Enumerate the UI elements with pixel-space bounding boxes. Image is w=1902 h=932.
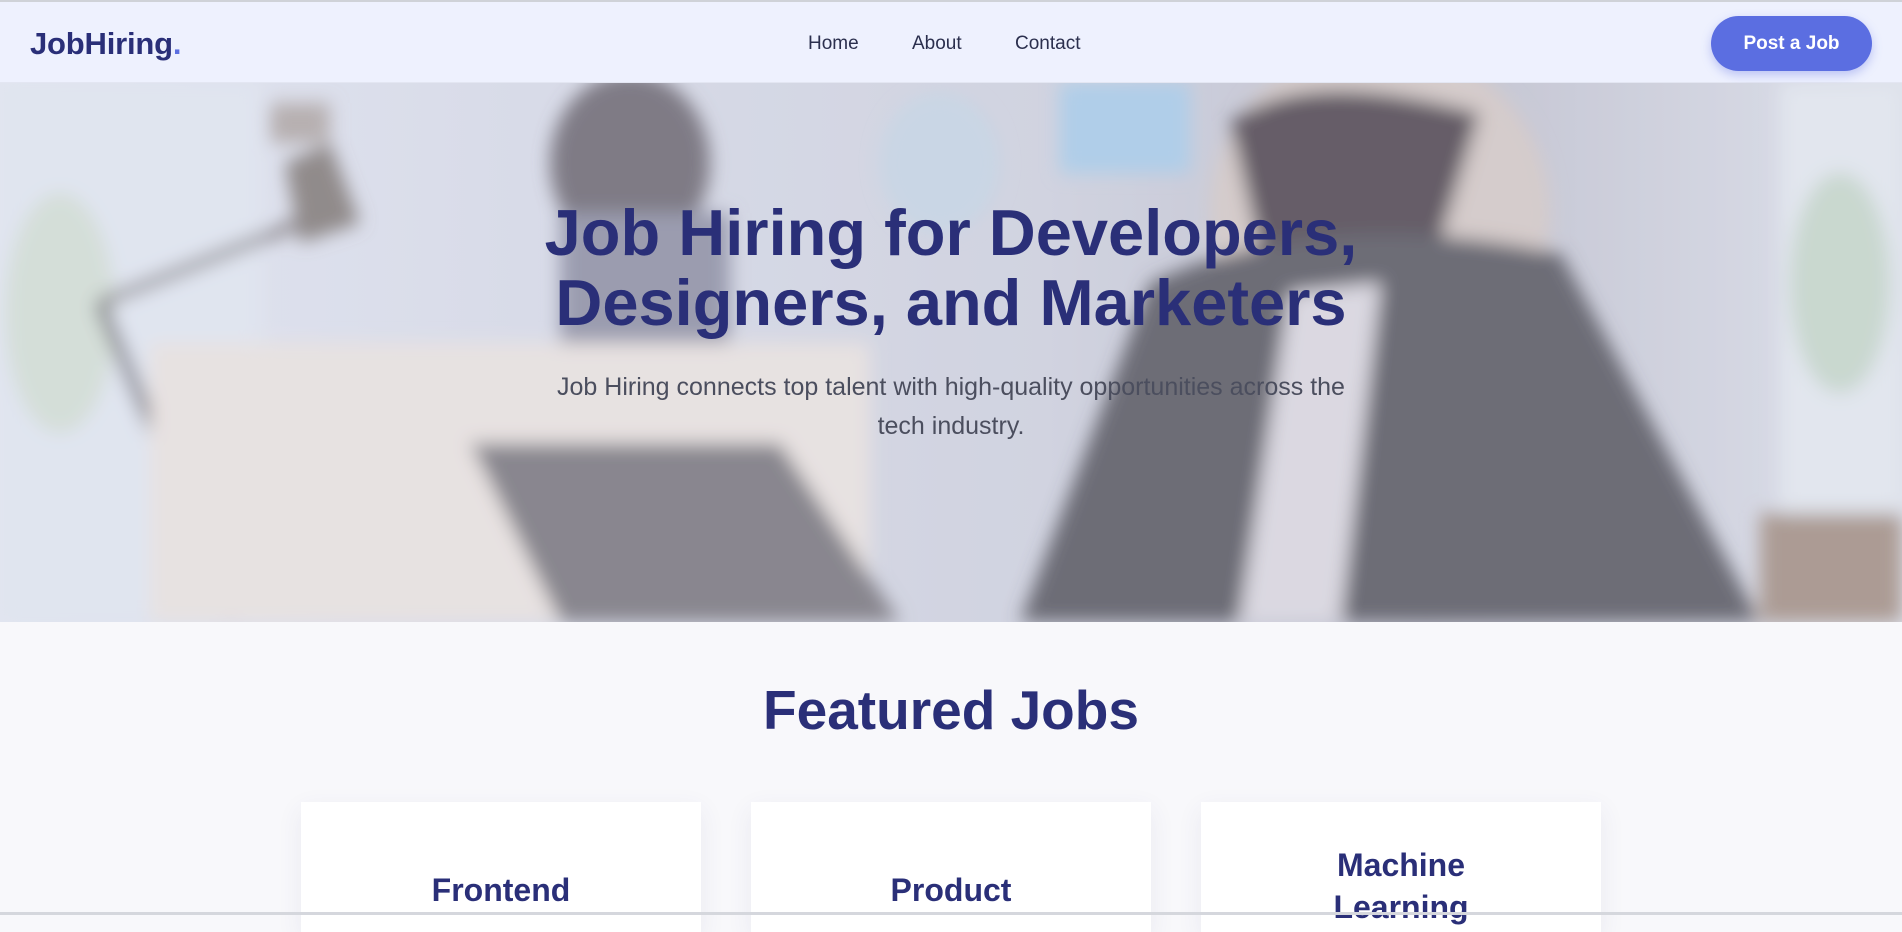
featured-jobs-heading: Featured Jobs <box>763 679 1139 741</box>
job-card-title: Machine Learning <box>1333 847 1469 925</box>
post-a-job-button[interactable]: Post a Job <box>1711 16 1872 71</box>
hero-overlay <box>0 83 1902 622</box>
hero-subtitle: Job Hiring connects top talent with high… <box>491 368 1411 446</box>
hero-title: Job Hiring for Developers, Designers, an… <box>451 198 1451 338</box>
nav-links: Home About Contact <box>0 33 1902 59</box>
nav-link-about[interactable]: About <box>912 33 962 55</box>
navbar: JobHiring. Home About Contact Post a Job <box>0 0 1902 83</box>
hero-subtitle-line-2: tech industry. <box>877 412 1025 440</box>
hero-title-line-2: Designers, and Marketers <box>555 266 1347 339</box>
nav-link-contact[interactable]: Contact <box>1015 33 1080 55</box>
hero-section: Job Hiring for Developers, Designers, an… <box>0 83 1902 622</box>
nav-link-home[interactable]: Home <box>808 33 859 55</box>
job-card-title: Frontend <box>431 872 571 908</box>
hero-title-line-1: Job Hiring for Developers, <box>544 196 1358 269</box>
job-card-title: Product <box>890 872 1012 908</box>
hero-subtitle-line-1: Job Hiring connects top talent with high… <box>557 373 1345 401</box>
